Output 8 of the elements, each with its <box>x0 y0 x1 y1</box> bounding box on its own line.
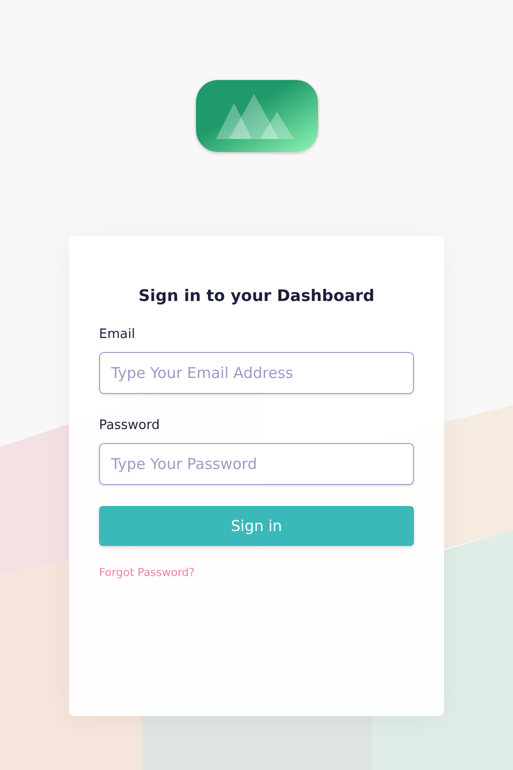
forgot-password-link[interactable]: Forgot Password? <box>99 566 195 579</box>
input-field[interactable]: Type Your Password <box>99 443 414 485</box>
card-title: Sign in to your Dashboard <box>138 286 376 305</box>
field-label: Password <box>99 418 161 433</box>
sign-in-button[interactable]: Sign in <box>99 506 414 546</box>
input-field[interactable]: Type Your Email Address <box>99 352 414 394</box>
field-label: Email <box>99 327 136 342</box>
logo-icon <box>196 80 318 152</box>
